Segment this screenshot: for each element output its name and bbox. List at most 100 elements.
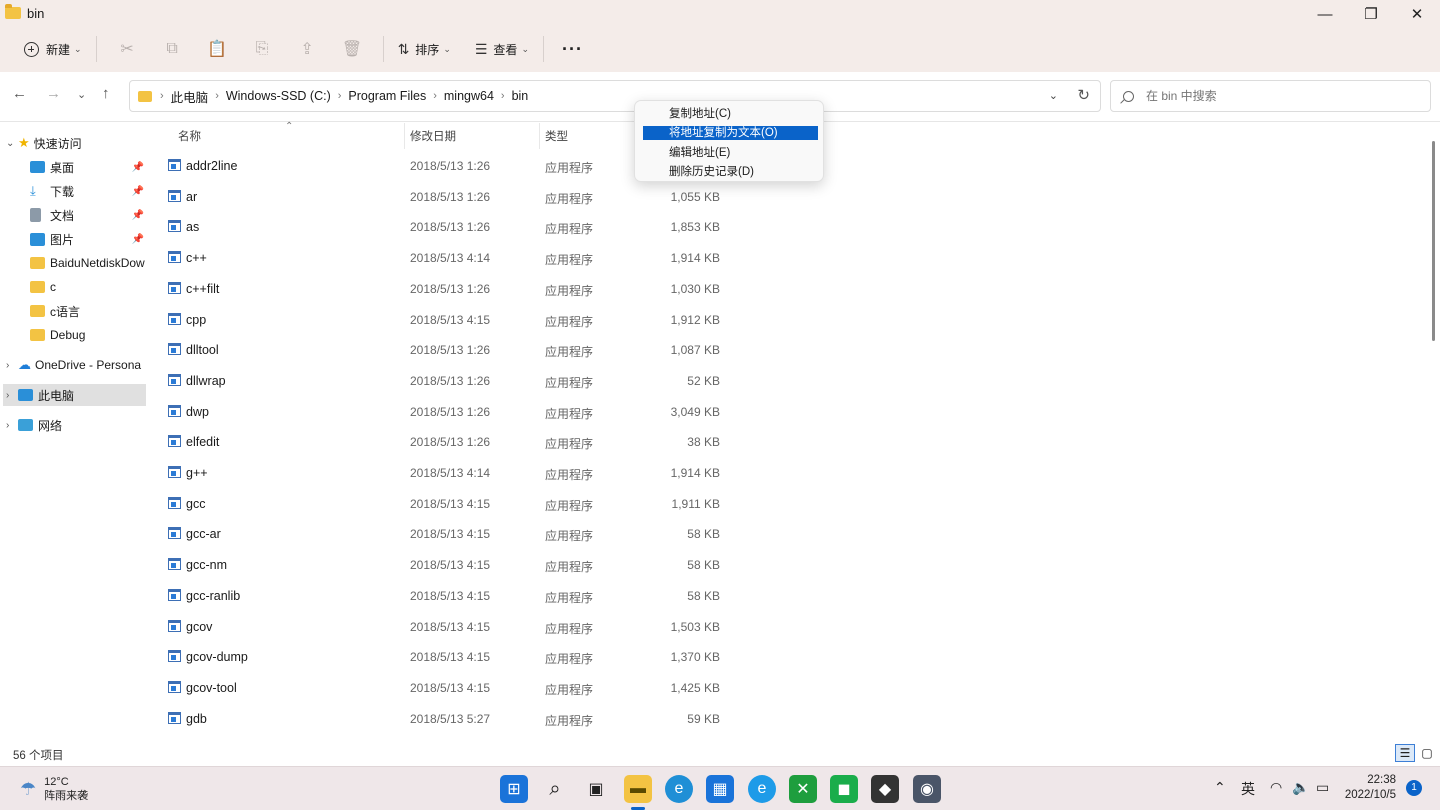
file-row[interactable]: dllwrap 2018/5/13 1:26 应用程序 52 KB: [150, 367, 1426, 397]
camera-icon[interactable]: ◉: [913, 775, 941, 803]
xbox-icon[interactable]: ✕: [789, 775, 817, 803]
file-row[interactable]: c++filt 2018/5/13 1:26 应用程序 1,030 KB: [150, 275, 1426, 305]
sidebar-item-documents[interactable]: 文档 📌: [0, 204, 150, 226]
menu-item-edit-address[interactable]: 编辑地址(E): [643, 146, 818, 160]
file-row[interactable]: gcov-dump 2018/5/13 4:15 应用程序 1,370 KB: [150, 643, 1426, 673]
volume-icon[interactable]: 🔈: [1292, 779, 1309, 796]
rename-icon[interactable]: ⎘: [240, 33, 285, 65]
chevron-up-icon[interactable]: ⌃: [1214, 779, 1226, 796]
more-options-button[interactable]: ···: [562, 39, 583, 60]
paste-icon[interactable]: 📋: [195, 33, 240, 65]
breadcrumb-program-files[interactable]: Program Files: [348, 89, 426, 103]
file-row[interactable]: gcc-nm 2018/5/13 4:15 应用程序 58 KB: [150, 551, 1426, 581]
sidebar-item-quick-access[interactable]: ⌄ ★ 快速访问: [0, 132, 150, 154]
ie-icon[interactable]: e: [748, 775, 776, 803]
close-button[interactable]: ✕: [1394, 0, 1440, 28]
back-arrow-icon[interactable]: ←: [12, 85, 27, 102]
chevron-right-icon[interactable]: ›: [338, 90, 342, 102]
column-header-type[interactable]: 类型: [545, 123, 568, 149]
file-row[interactable]: gdb 2018/5/13 5:27 应用程序 59 KB: [150, 705, 1426, 735]
delete-icon[interactable]: 🗑: [330, 33, 375, 65]
file-row[interactable]: gcov-tool 2018/5/13 4:15 应用程序 1,425 KB: [150, 674, 1426, 704]
column-header-name[interactable]: 名称: [178, 123, 201, 149]
chevron-right-icon[interactable]: ›: [6, 390, 18, 401]
file-row[interactable]: dwp 2018/5/13 1:26 应用程序 3,049 KB: [150, 398, 1426, 428]
ime-indicator[interactable]: 英: [1241, 779, 1255, 799]
breadcrumb-bin[interactable]: bin: [512, 89, 529, 103]
up-arrow-icon[interactable]: ↑: [102, 85, 110, 102]
sidebar-item-this-pc[interactable]: › 此电脑: [3, 384, 146, 406]
start-icon[interactable]: ⊞: [500, 775, 528, 803]
chevron-right-icon[interactable]: ›: [501, 90, 505, 102]
chevron-right-icon[interactable]: ›: [6, 360, 18, 371]
forward-arrow-icon[interactable]: →: [46, 85, 61, 102]
file-row[interactable]: gcov 2018/5/13 4:15 应用程序 1,503 KB: [150, 613, 1426, 643]
sidebar-item-debug[interactable]: Debug: [0, 324, 150, 346]
breadcrumb-drive[interactable]: Windows-SSD (C:): [226, 89, 331, 103]
search-icon[interactable]: ⌕: [541, 775, 569, 803]
new-button[interactable]: 新建 ⌄: [18, 33, 88, 65]
sidebar-item-desktop[interactable]: 桌面 📌: [0, 156, 150, 178]
sidebar-item-c[interactable]: c: [0, 276, 150, 298]
file-row[interactable]: dlltool 2018/5/13 1:26 应用程序 1,087 KB: [150, 336, 1426, 366]
pin-icon[interactable]: 📌: [132, 186, 144, 197]
refresh-icon[interactable]: ↻: [1077, 86, 1090, 104]
address-bar[interactable]: › 此电脑 › Windows-SSD (C:) › Program Files…: [129, 80, 1101, 112]
chevron-right-icon[interactable]: ›: [433, 90, 437, 102]
scrollbar-thumb[interactable]: [1432, 141, 1435, 341]
maximize-button[interactable]: ❐: [1348, 0, 1394, 28]
chat-icon[interactable]: ◼: [830, 775, 858, 803]
copy-icon[interactable]: ⧉: [150, 33, 195, 65]
app-icon[interactable]: ◆: [871, 775, 899, 803]
store-icon[interactable]: ▦: [706, 775, 734, 803]
file-row[interactable]: cpp 2018/5/13 4:15 应用程序 1,912 KB: [150, 306, 1426, 336]
sidebar-item-network[interactable]: › 网络: [0, 414, 150, 436]
pin-icon[interactable]: 📌: [132, 234, 144, 245]
menu-item-delete-history[interactable]: 删除历史记录(D): [643, 165, 818, 179]
file-row[interactable]: gcc 2018/5/13 4:15 应用程序 1,911 KB: [150, 490, 1426, 520]
view-button[interactable]: ☰ 查看 ⌄: [469, 33, 535, 65]
sidebar-item-baidunetdisk[interactable]: BaiduNetdiskDow: [0, 252, 150, 274]
file-row[interactable]: ar 2018/5/13 1:26 应用程序 1,055 KB: [150, 183, 1426, 213]
menu-item-copy-address[interactable]: 复制地址(C): [643, 107, 818, 121]
edge-icon[interactable]: e: [665, 775, 693, 803]
clock[interactable]: 22:38 2022/10/5: [1340, 773, 1396, 803]
sidebar-item-pictures[interactable]: 图片 📌: [0, 228, 150, 250]
wifi-icon[interactable]: ◠: [1270, 779, 1282, 796]
task-view-icon[interactable]: ▣: [582, 775, 610, 803]
pin-icon[interactable]: 📌: [132, 162, 144, 173]
weather-widget[interactable]: ☂ 12°C 阵雨来袭: [20, 775, 88, 803]
chevron-right-icon[interactable]: ›: [215, 90, 219, 102]
details-view-button[interactable]: ☰: [1395, 744, 1415, 762]
notification-badge[interactable]: 1: [1406, 780, 1422, 796]
file-explorer-icon[interactable]: ▬: [624, 775, 652, 803]
column-divider[interactable]: [539, 123, 540, 149]
battery-icon[interactable]: ▭: [1316, 779, 1329, 796]
search-box[interactable]: [1110, 80, 1431, 112]
column-header-date[interactable]: 修改日期: [410, 123, 456, 149]
sidebar-item-downloads[interactable]: ⤓ 下载 📌: [0, 180, 150, 202]
pin-icon[interactable]: 📌: [132, 210, 144, 221]
vertical-scrollbar[interactable]: [1426, 123, 1440, 740]
menu-item-copy-address-as-text[interactable]: 将地址复制为文本(O): [643, 126, 818, 140]
file-row[interactable]: elfedit 2018/5/13 1:26 应用程序 38 KB: [150, 428, 1426, 458]
breadcrumb-mingw64[interactable]: mingw64: [444, 89, 494, 103]
search-input[interactable]: [1146, 89, 1406, 103]
chevron-down-icon[interactable]: ⌄: [6, 138, 18, 149]
share-icon[interactable]: ⇪: [285, 33, 330, 65]
chevron-right-icon[interactable]: ›: [6, 420, 18, 431]
file-row[interactable]: g++ 2018/5/13 4:14 应用程序 1,914 KB: [150, 459, 1426, 489]
file-row[interactable]: c++ 2018/5/13 4:14 应用程序 1,914 KB: [150, 244, 1426, 274]
file-row[interactable]: gcc-ranlib 2018/5/13 4:15 应用程序 58 KB: [150, 582, 1426, 612]
sort-button[interactable]: ⇅ 排序 ⌄: [392, 33, 457, 65]
recent-locations-icon[interactable]: ⌄: [77, 88, 86, 101]
column-divider[interactable]: [404, 123, 405, 149]
tiles-view-button[interactable]: ▢: [1417, 744, 1437, 762]
file-row[interactable]: gcc-ar 2018/5/13 4:15 应用程序 58 KB: [150, 520, 1426, 550]
sidebar-item-onedrive[interactable]: › ☁ OneDrive - Persona: [0, 354, 150, 376]
minimize-button[interactable]: —: [1302, 0, 1348, 28]
breadcrumb-this-pc[interactable]: 此电脑: [171, 87, 209, 106]
chevron-down-icon[interactable]: ⌄: [1049, 89, 1058, 102]
file-row[interactable]: as 2018/5/13 1:26 应用程序 1,853 KB: [150, 213, 1426, 243]
sidebar-item-c-language[interactable]: c语言: [0, 300, 150, 322]
